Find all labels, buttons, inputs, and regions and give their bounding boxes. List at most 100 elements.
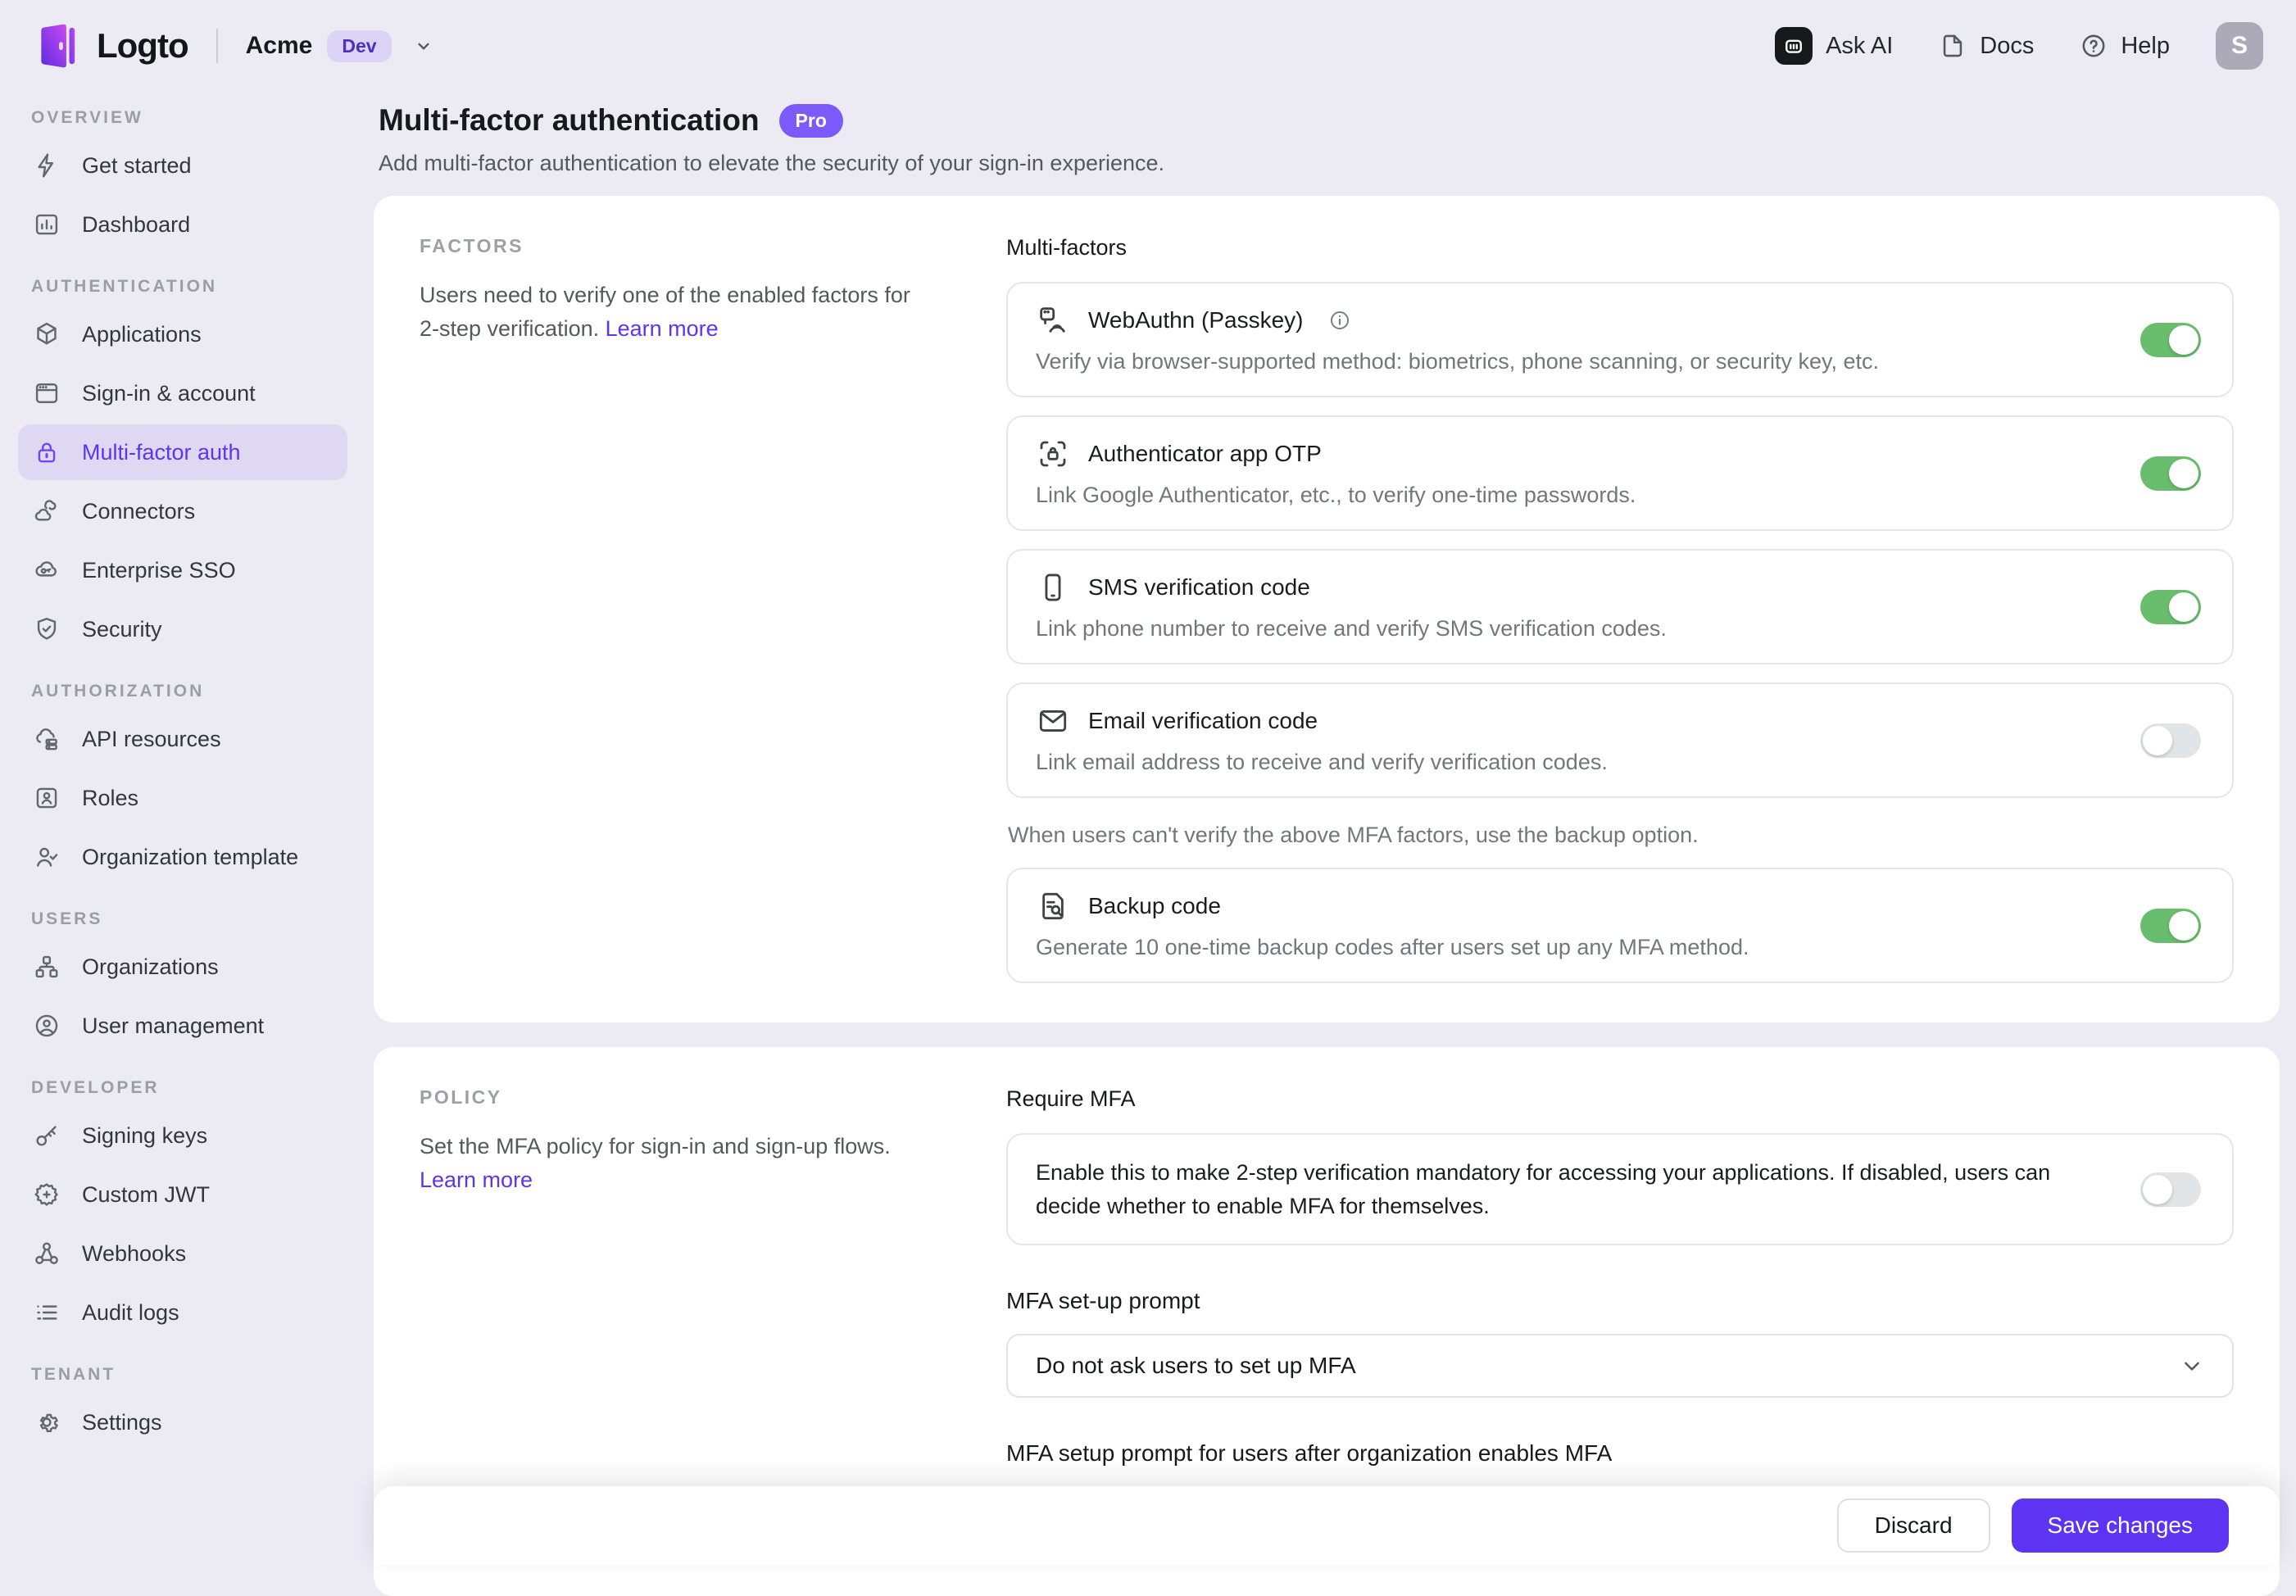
policy-controls: Require MFA Enable this to make 2-step v… <box>1006 1086 2234 1550</box>
page-title: Multi-factor authentication <box>379 103 760 138</box>
sidebar-item-get-started[interactable]: Get started <box>18 138 347 193</box>
factors-learn-more-link[interactable]: Learn more <box>606 316 719 341</box>
discard-button[interactable]: Discard <box>1837 1499 1990 1553</box>
page-header: Multi-factor authentication Pro Add mult… <box>374 92 2280 176</box>
sidebar-item-label: Organizations <box>82 954 219 980</box>
factor-name: Authenticator app OTP <box>1088 441 1322 467</box>
org-chart-icon <box>33 953 61 981</box>
sidebar-item-label: Custom JWT <box>82 1182 210 1208</box>
sidebar-item-enterprise-sso[interactable]: Enterprise SSO <box>18 542 347 598</box>
help-icon <box>2080 32 2108 60</box>
sidebar-item-audit-logs[interactable]: Audit logs <box>18 1285 347 1340</box>
logto-door-icon <box>33 22 80 70</box>
factor-name: Backup code <box>1088 893 1221 919</box>
factor-card-webauthn: WebAuthn (Passkey) Verify via browser-su… <box>1006 282 2234 397</box>
docs-button[interactable]: Docs <box>1939 32 2034 60</box>
topbar-divider <box>216 29 218 63</box>
docs-label: Docs <box>1980 33 2034 60</box>
help-button[interactable]: Help <box>2080 32 2170 60</box>
factors-panel-description: FACTORS Users need to verify one of the … <box>420 235 928 345</box>
avatar[interactable]: S <box>2216 22 2263 70</box>
sms-toggle[interactable] <box>2140 590 2201 624</box>
sidebar-item-organization-template[interactable]: Organization template <box>18 829 347 885</box>
sidebar-item-roles[interactable]: Roles <box>18 770 347 826</box>
authenticator-otp-toggle[interactable] <box>2140 456 2201 491</box>
sidebar-item-label: Audit logs <box>82 1300 179 1326</box>
mfa-setup-prompt-select[interactable]: Do not ask users to set up MFA <box>1006 1334 2234 1398</box>
sidebar-item-label: Security <box>82 617 162 642</box>
sidebar-item-connectors[interactable]: Connectors <box>18 483 347 539</box>
tenant-selector[interactable]: Acme Dev <box>246 30 434 62</box>
brand-name: Logto <box>97 26 188 66</box>
cloud-server-icon <box>33 725 61 753</box>
sidebar-item-label: Connectors <box>82 499 195 524</box>
logto-logo[interactable]: Logto <box>33 22 188 70</box>
sidebar-item-custom-jwt[interactable]: Custom JWT <box>18 1167 347 1222</box>
sidebar-item-label: Settings <box>82 1410 162 1435</box>
policy-panel-description: POLICY Set the MFA policy for sign-in an… <box>420 1086 928 1196</box>
ask-ai-label: Ask AI <box>1826 33 1893 60</box>
factor-name: WebAuthn (Passkey) <box>1088 307 1304 333</box>
policy-learn-more-link[interactable]: Learn more <box>420 1168 533 1192</box>
info-icon[interactable] <box>1328 309 1351 332</box>
sidebar-item-label: Organization template <box>82 845 298 870</box>
sidebar-item-signing-keys[interactable]: Signing keys <box>18 1108 347 1163</box>
factor-description: Generate 10 one-time backup codes after … <box>1036 935 2093 960</box>
env-badge: Dev <box>327 30 391 62</box>
sidebar-item-settings[interactable]: Settings <box>18 1394 347 1450</box>
sidebar-section-authorization: AUTHORIZATION <box>31 682 334 701</box>
gear-icon <box>33 1408 61 1436</box>
lock-icon <box>33 438 61 466</box>
mfa-org-prompt-label: MFA setup prompt for users after organiz… <box>1006 1440 2234 1467</box>
backup-code-toggle[interactable] <box>2140 909 2201 943</box>
passkey-icon <box>1036 303 1070 338</box>
policy-description: Set the MFA policy for sign-in and sign-… <box>420 1134 891 1158</box>
chevron-down-icon <box>413 35 434 57</box>
sidebar-item-label: Get started <box>82 153 192 179</box>
page-subtitle: Add multi-factor authentication to eleva… <box>379 151 2275 176</box>
sidebar-item-user-management[interactable]: User management <box>18 998 347 1054</box>
require-mfa-toggle[interactable] <box>2140 1172 2201 1207</box>
ask-ai-icon <box>1775 27 1813 65</box>
policy-heading: POLICY <box>420 1086 928 1109</box>
save-changes-button[interactable]: Save changes <box>2012 1499 2229 1553</box>
envelope-icon <box>1036 704 1070 738</box>
sidebar-item-sign-in-account[interactable]: Sign-in & account <box>18 365 347 421</box>
cube-icon <box>33 320 61 348</box>
sidebar-item-applications[interactable]: Applications <box>18 306 347 362</box>
lightning-icon <box>33 152 61 179</box>
require-mfa-label: Require MFA <box>1006 1086 2234 1112</box>
help-label: Help <box>2121 33 2170 60</box>
sidebar-item-label: Multi-factor auth <box>82 440 241 465</box>
sidebar-item-label: Sign-in & account <box>82 381 256 406</box>
sidebar-section-authentication: AUTHENTICATION <box>31 277 334 297</box>
document-icon <box>1939 32 1967 60</box>
connector-icon <box>33 497 61 525</box>
sidebar-item-multi-factor-auth[interactable]: Multi-factor auth <box>18 424 347 480</box>
ask-ai-button[interactable]: Ask AI <box>1775 27 1893 65</box>
factor-description: Link phone number to receive and verify … <box>1036 616 2093 642</box>
factor-description: Link email address to receive and verify… <box>1036 750 2093 775</box>
document-search-icon <box>1036 889 1070 923</box>
webhook-icon <box>33 1240 61 1267</box>
sidebar-item-api-resources[interactable]: API resources <box>18 711 347 767</box>
bar-chart-icon <box>33 211 61 238</box>
mfa-setup-prompt-label: MFA set-up prompt <box>1006 1288 2234 1314</box>
list-icon <box>33 1299 61 1326</box>
multi-factors-label: Multi-factors <box>1006 235 2234 261</box>
topbar-actions: Ask AI Docs Help S <box>1775 22 2263 70</box>
sidebar-item-label: Applications <box>82 322 202 347</box>
sidebar-item-dashboard[interactable]: Dashboard <box>18 197 347 252</box>
person-check-icon <box>33 843 61 871</box>
sidebar: OVERVIEW Get started Dashboard AUTHENTIC… <box>0 92 365 1565</box>
webauthn-toggle[interactable] <box>2140 323 2201 357</box>
sidebar-item-organizations[interactable]: Organizations <box>18 939 347 995</box>
browser-icon <box>33 379 61 407</box>
factor-card-sms: SMS verification code Link phone number … <box>1006 549 2234 664</box>
email-toggle[interactable] <box>2140 723 2201 758</box>
sidebar-item-label: User management <box>82 1013 264 1039</box>
sidebar-item-security[interactable]: Security <box>18 601 347 657</box>
cloud-key-icon <box>33 556 61 584</box>
sidebar-item-webhooks[interactable]: Webhooks <box>18 1226 347 1281</box>
save-action-bar: Discard Save changes <box>374 1486 2280 1565</box>
